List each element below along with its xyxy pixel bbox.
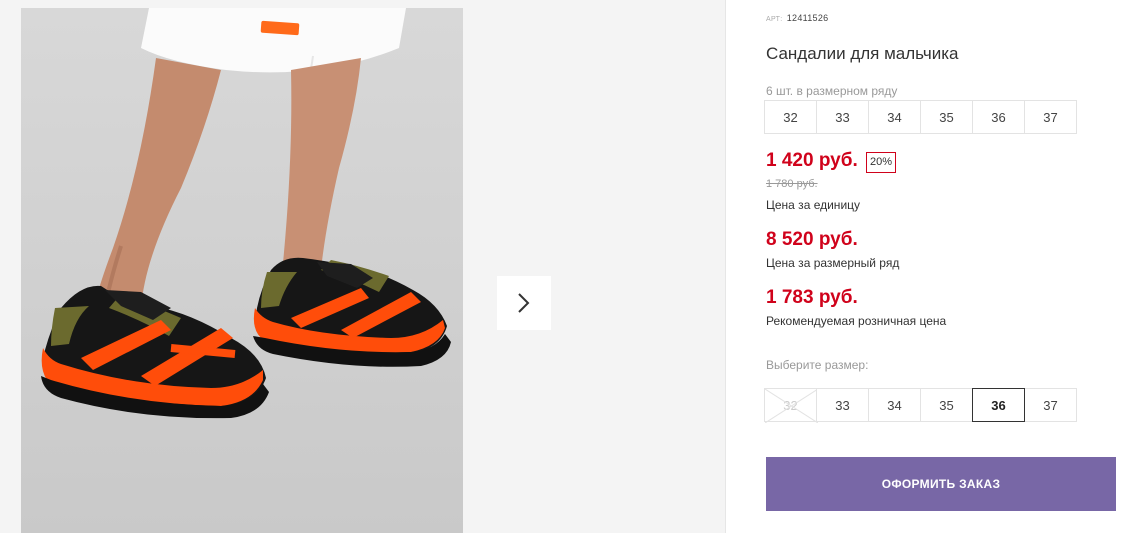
size-selector: 32 33 34 35 36 37 [764,388,1077,423]
crossed-out-icon [765,389,818,423]
size-option[interactable]: 35 [920,388,973,422]
pack-size-cell: 36 [972,100,1025,134]
size-option[interactable]: 37 [1024,388,1077,422]
article-label: АРТ: [766,16,783,23]
unit-price-label: Цена за единицу [766,198,861,212]
rrp-price: 1 783 руб. [766,287,858,308]
rrp-label: Рекомендуемая розничная цена [766,314,947,328]
pack-size-cell: 37 [1024,100,1077,134]
product-photo [21,8,463,533]
size-option-selected[interactable]: 36 [972,388,1025,422]
old-price: 1 780 руб. [766,178,818,190]
pack-size-cell: 34 [868,100,921,134]
pack-size-cell: 32 [764,100,817,134]
pack-size-cell: 35 [920,100,973,134]
article-number: АРТ: 12411526 [766,13,828,23]
chevron-right-icon [518,293,530,313]
sandals-photo [21,8,463,533]
product-gallery [0,0,726,533]
size-option-unavailable: 32 [764,388,818,423]
pack-note: 6 шт. в размерном ряду [766,84,898,98]
size-select-label: Выберите размер: [766,358,869,372]
size-option[interactable]: 33 [816,388,869,422]
discount-badge: 20% [866,152,897,173]
product-title: Сандалии для мальчика [766,44,959,63]
pack-size-list: 32 33 34 35 36 37 [764,100,1077,134]
next-image-button[interactable] [497,276,551,330]
pack-price: 8 520 руб. [766,229,858,250]
unit-price: 1 420 руб. [766,150,858,171]
pack-size-cell: 33 [816,100,869,134]
pack-price-label: Цена за размерный ряд [766,256,900,270]
article-value: 12411526 [786,13,829,23]
size-option[interactable]: 34 [868,388,921,422]
place-order-button[interactable]: ОФОРМИТЬ ЗАКАЗ [766,457,1116,511]
product-info-panel: АРТ: 12411526 Сандалии для мальчика 6 шт… [764,0,1116,533]
